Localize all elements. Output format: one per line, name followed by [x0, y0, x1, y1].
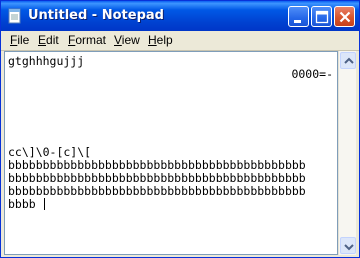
text-editor[interactable]: gtghhhgujjj 0000=- cc\]\0-[c]\[ bbbbbbbb…	[4, 51, 338, 255]
menu-help[interactable]: Help	[148, 33, 173, 47]
text-line: gtghhhgujjj	[8, 54, 85, 68]
text-line: 0000=-	[291, 67, 333, 81]
close-icon	[339, 11, 351, 23]
notepad-icon[interactable]	[7, 8, 23, 24]
menu-format[interactable]: Format	[68, 33, 106, 47]
notepad-window: Untitled - Notepad File Edit Format View…	[0, 0, 360, 258]
title-bar[interactable]: Untitled - Notepad	[1, 1, 359, 31]
menu-view[interactable]: View	[114, 33, 140, 47]
scroll-down-button[interactable]	[340, 237, 356, 254]
vertical-scrollbar[interactable]	[338, 51, 356, 255]
text-caret	[43, 198, 45, 210]
arrow-up-icon	[344, 57, 354, 64]
maximize-icon	[315, 10, 329, 24]
menu-bar: File Edit Format View Help	[1, 31, 359, 51]
minimize-button[interactable]	[288, 6, 309, 27]
arrow-down-icon	[344, 244, 354, 251]
maximize-button[interactable]	[311, 6, 332, 27]
close-button[interactable]	[334, 6, 355, 27]
window-title: Untitled - Notepad	[28, 8, 164, 23]
text-line: bbbbbbbbbbbbbbbbbbbbbbbbbbbbbbbbbbbbbbbb…	[8, 184, 306, 198]
menu-edit[interactable]: Edit	[38, 33, 59, 47]
menu-file[interactable]: File	[10, 33, 29, 47]
scroll-up-button[interactable]	[340, 52, 356, 69]
minimize-icon	[294, 20, 301, 23]
text-line-current: bbbb	[8, 197, 45, 211]
